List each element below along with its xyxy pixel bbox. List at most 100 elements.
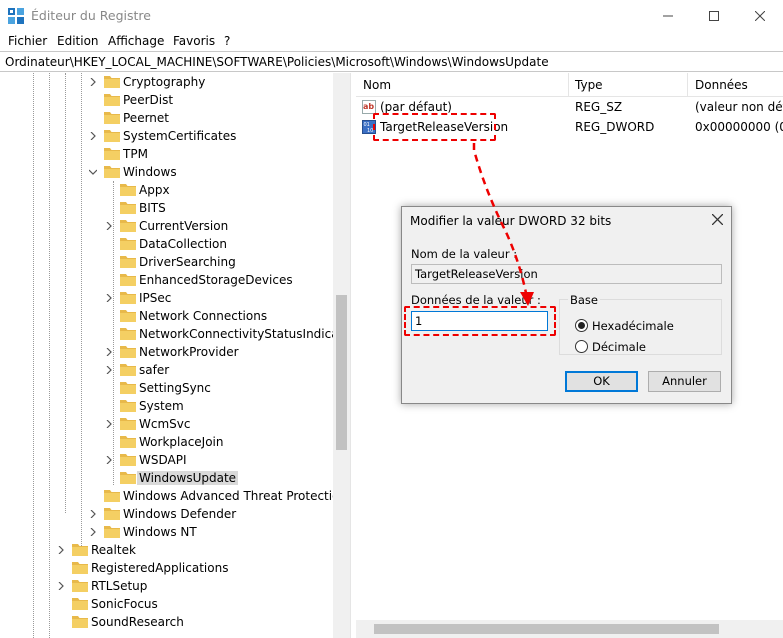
tree-item[interactable]: Realtek	[0, 541, 333, 559]
cancel-button[interactable]: Annuler	[648, 371, 721, 392]
column-separator[interactable]	[687, 73, 688, 97]
tree-item[interactable]: PeerDist	[0, 91, 333, 109]
tree-item[interactable]: WindowsUpdate	[0, 469, 333, 487]
list-header: Nom Type Données	[356, 73, 783, 97]
tree-item[interactable]: Windows	[0, 163, 333, 181]
chevron-right-icon[interactable]	[89, 528, 97, 536]
tree-item-label: WSDAPI	[139, 453, 187, 467]
folder-icon	[120, 292, 136, 304]
chevron-down-icon[interactable]	[89, 168, 97, 176]
chevron-right-icon[interactable]	[105, 366, 113, 374]
tree-item-label: Cryptography	[123, 75, 206, 89]
folder-icon	[72, 562, 88, 574]
chevron-right-icon[interactable]	[105, 294, 113, 302]
folder-icon	[120, 238, 136, 250]
minimize-button[interactable]	[645, 0, 691, 31]
tree-item[interactable]: SoundResearch	[0, 613, 333, 631]
tree-item-label: WorkplaceJoin	[139, 435, 224, 449]
tree-item[interactable]: TPM	[0, 145, 333, 163]
folder-icon	[120, 418, 136, 430]
folder-icon	[120, 184, 136, 196]
tree-item[interactable]: IPSec	[0, 289, 333, 307]
tree-item[interactable]: System	[0, 397, 333, 415]
address-path[interactable]: Ordinateur\HKEY_LOCAL_MACHINE\SOFTWARE\P…	[5, 55, 549, 69]
tree-item[interactable]: Network Connections	[0, 307, 333, 325]
tree-item[interactable]: RegisteredApplications	[0, 559, 333, 577]
chevron-right-icon[interactable]	[89, 510, 97, 518]
tree-item-label: SoundResearch	[91, 615, 184, 629]
tree-item[interactable]: NetworkProvider	[0, 343, 333, 361]
radio-hexadecimal-label[interactable]: Hexadécimale	[592, 319, 674, 333]
menu-edition[interactable]: Edition	[57, 34, 99, 48]
chevron-right-icon[interactable]	[57, 546, 65, 554]
chevron-right-icon[interactable]	[89, 78, 97, 86]
tree-item-label: EnhancedStorageDevices	[139, 273, 293, 287]
tree-item-label: Windows NT	[123, 525, 197, 539]
folder-icon	[104, 166, 120, 178]
close-icon	[755, 10, 765, 21]
chevron-right-icon[interactable]	[105, 456, 113, 464]
chevron-right-icon[interactable]	[105, 222, 113, 230]
registry-tree[interactable]: Cryptography PeerDist Peernet SystemCertifi…	[0, 73, 350, 638]
tree-item[interactable]: Appx	[0, 181, 333, 199]
radio-selected-dot	[578, 322, 585, 329]
column-header-type[interactable]: Type	[575, 78, 603, 92]
tree-item[interactable]: Windows Defender	[0, 505, 333, 523]
tree-item[interactable]: WcmSvc	[0, 415, 333, 433]
folder-icon	[72, 544, 88, 556]
radio-decimal[interactable]	[575, 340, 588, 353]
tree-item[interactable]: CurrentVersion	[0, 217, 333, 235]
tree-item[interactable]: BITS	[0, 199, 333, 217]
tree-item[interactable]: Windows Advanced Threat Protection	[0, 487, 347, 505]
list-horizontal-scrollbar-thumb[interactable]	[374, 624, 719, 634]
tree-scrollbar-thumb[interactable]	[336, 295, 347, 450]
tree-item[interactable]: SonicFocus	[0, 595, 333, 613]
tree-item[interactable]: safer	[0, 361, 333, 379]
string-value-icon: ab	[362, 100, 376, 114]
tree-item-label: IPSec	[139, 291, 172, 305]
tree-item[interactable]: EnhancedStorageDevices	[0, 271, 333, 289]
tree-item[interactable]: RTLSetup	[0, 577, 333, 595]
tree-item-label: SettingSync	[139, 381, 211, 395]
tree-item[interactable]: SettingSync	[0, 379, 333, 397]
tree-item-label: Windows Defender	[123, 507, 237, 521]
menu-bar: Fichier Edition Affichage Favoris ?	[0, 32, 783, 51]
address-bar[interactable]: Ordinateur\HKEY_LOCAL_MACHINE\SOFTWARE\P…	[0, 51, 783, 72]
column-separator[interactable]	[568, 73, 569, 97]
chevron-right-icon[interactable]	[105, 348, 113, 356]
ok-button[interactable]: OK	[565, 371, 638, 392]
tree-item-label: Network Connections	[139, 309, 268, 323]
dialog-close-button[interactable]	[711, 213, 724, 229]
tree-item[interactable]: Peernet	[0, 109, 333, 127]
menu-favoris[interactable]: Favoris	[173, 34, 215, 48]
folder-icon	[104, 508, 120, 520]
folder-icon	[104, 76, 120, 88]
radio-hexadecimal[interactable]	[575, 319, 588, 332]
tree-item[interactable]: DataCollection	[0, 235, 333, 253]
folder-icon	[120, 382, 136, 394]
tree-item[interactable]: Windows NT	[0, 523, 333, 541]
menu-help[interactable]: ?	[224, 34, 230, 48]
chevron-right-icon[interactable]	[89, 132, 97, 140]
tree-item[interactable]: Cryptography	[0, 73, 333, 91]
maximize-button[interactable]	[691, 0, 737, 31]
value-data: 0x00000000 (0)	[695, 120, 783, 134]
column-header-name[interactable]: Nom	[363, 78, 391, 92]
chevron-right-icon[interactable]	[105, 420, 113, 428]
annotation-highlight-value	[373, 113, 496, 141]
column-header-data[interactable]: Données	[695, 78, 748, 92]
folder-icon	[120, 454, 136, 466]
tree-item[interactable]: WorkplaceJoin	[0, 433, 333, 451]
chevron-right-icon[interactable]	[57, 582, 65, 590]
menu-affichage[interactable]: Affichage	[108, 34, 164, 48]
radio-decimal-label[interactable]: Décimale	[592, 340, 646, 354]
tree-item-label: SystemCertificates	[123, 129, 237, 143]
tree-item[interactable]: SystemCertificates	[0, 127, 333, 145]
close-button[interactable]	[737, 0, 783, 31]
folder-icon	[72, 580, 88, 592]
minimize-icon	[663, 15, 673, 16]
tree-item[interactable]: DriverSearching	[0, 253, 333, 271]
menu-fichier[interactable]: Fichier	[8, 34, 47, 48]
tree-item[interactable]: WSDAPI	[0, 451, 333, 469]
tree-item[interactable]: NetworkConnectivityStatusIndicator	[0, 325, 350, 343]
